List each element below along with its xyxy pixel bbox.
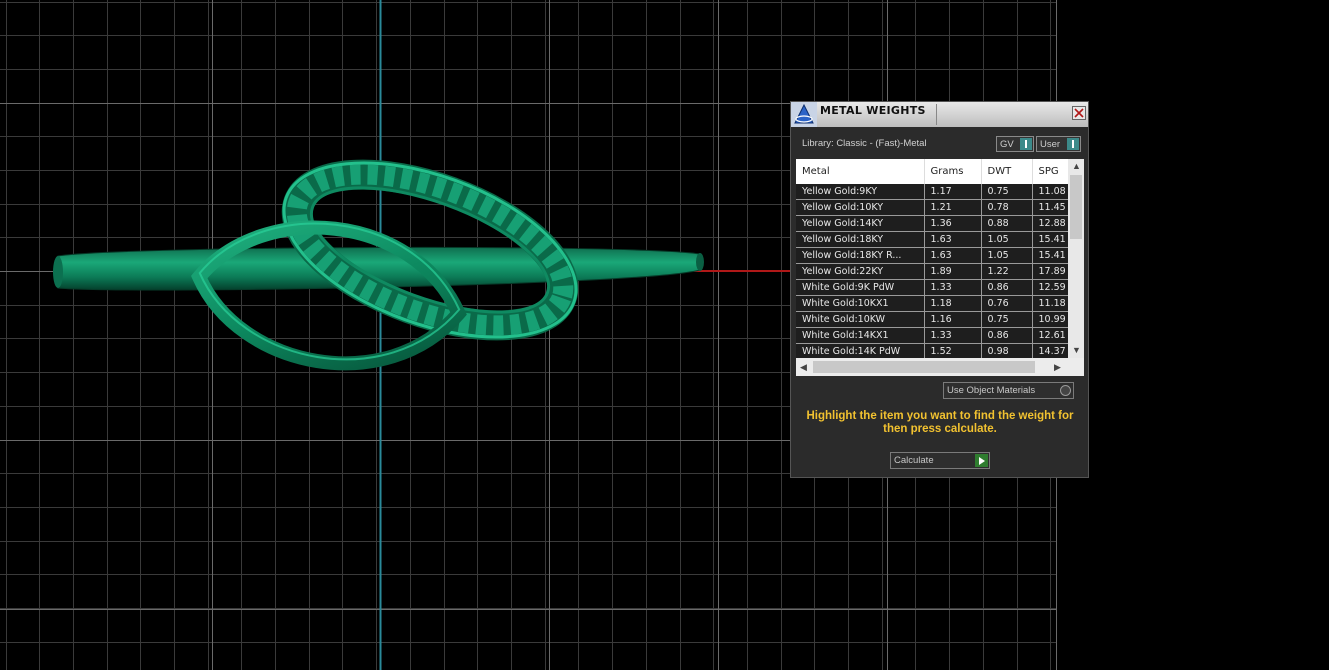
table-row[interactable]: White Gold:10KW 1.16 0.75 10.99: [796, 311, 1069, 328]
cell-grams: 1.16: [924, 311, 982, 328]
table-row[interactable]: Yellow Gold:9KY 1.17 0.75 11.08: [796, 184, 1069, 200]
cell-metal: Yellow Gold:9KY: [796, 184, 925, 200]
band-end-right: [696, 253, 704, 271]
cell-metal: Yellow Gold:10KY: [796, 199, 925, 216]
cell-spg: 15.41: [1032, 231, 1069, 248]
play-arrow-icon: [975, 454, 988, 467]
cell-spg: 12.61: [1032, 327, 1069, 344]
table-row[interactable]: Yellow Gold:18KY 1.63 1.05 15.41: [796, 231, 1069, 248]
column-header-dwt[interactable]: DWT: [981, 159, 1033, 184]
library-label: Library: Classic - (Fast)-Metal: [802, 138, 927, 149]
use-object-materials-toggle[interactable]: Use Object Materials: [943, 382, 1074, 399]
instruction-text: Highlight the item you want to find the …: [806, 410, 1074, 435]
cell-metal: Yellow Gold:14KY: [796, 215, 925, 232]
table-header-row: Metal Grams DWT SPG: [796, 159, 1069, 184]
cell-grams: 1.17: [924, 184, 982, 200]
cell-spg: 12.59: [1032, 279, 1069, 296]
cell-metal: Yellow Gold:22KY: [796, 263, 925, 280]
dropdown-arrow-icon: [1067, 138, 1079, 150]
cell-dwt: 0.75: [981, 184, 1033, 200]
vertical-scrollbar[interactable]: ▲ ▼: [1068, 159, 1084, 358]
title-divider: [936, 104, 937, 125]
use-object-materials-label: Use Object Materials: [947, 385, 1036, 396]
cell-metal: White Gold:9K PdW: [796, 279, 925, 296]
gv-dropdown[interactable]: GV: [996, 136, 1034, 152]
table-row[interactable]: Yellow Gold:18KY R... 1.63 1.05 15.41: [796, 247, 1069, 264]
cell-grams: 1.18: [924, 295, 982, 312]
panel-title: METAL WEIGHTS: [820, 104, 926, 117]
horizontal-scrollbar[interactable]: ◀ ▶: [796, 358, 1084, 376]
cell-spg: 15.41: [1032, 247, 1069, 264]
cell-grams: 1.21: [924, 199, 982, 216]
smooth-marquise: [191, 220, 467, 371]
cell-dwt: 0.86: [981, 279, 1033, 296]
cell-grams: 1.63: [924, 247, 982, 264]
vertical-scroll-thumb[interactable]: [1070, 175, 1082, 239]
scroll-left-icon[interactable]: ◀: [800, 362, 807, 372]
close-button[interactable]: [1072, 106, 1086, 120]
metal-weights-panel: METAL WEIGHTS Library: Classic - (Fast)-…: [790, 101, 1089, 478]
cell-spg: 11.08: [1032, 184, 1069, 200]
metal-weights-table: Metal Grams DWT SPG Yellow Gold:9KY 1.17 0…: [796, 159, 1084, 376]
cell-spg: 12.88: [1032, 215, 1069, 232]
cell-grams: 1.33: [924, 279, 982, 296]
cell-dwt: 0.86: [981, 327, 1033, 344]
table-row[interactable]: Yellow Gold:14KY 1.36 0.88 12.88: [796, 215, 1069, 232]
table-row[interactable]: White Gold:9K PdW 1.33 0.86 12.59: [796, 279, 1069, 296]
scroll-down-icon[interactable]: ▼: [1072, 345, 1081, 355]
cell-dwt: 1.22: [981, 263, 1033, 280]
3d-viewport[interactable]: [0, 0, 1329, 670]
cell-dwt: 1.05: [981, 231, 1033, 248]
cell-spg: 10.99: [1032, 311, 1069, 328]
cell-spg: 11.18: [1032, 295, 1069, 312]
cell-dwt: 0.75: [981, 311, 1033, 328]
dropdown-arrow-icon: [1020, 138, 1032, 150]
ring-model: [53, 159, 704, 371]
user-dropdown-value: User: [1040, 139, 1061, 150]
cell-grams: 1.89: [924, 263, 982, 280]
horizontal-scroll-thumb[interactable]: [813, 361, 1035, 373]
cell-metal: White Gold:10KX1: [796, 295, 925, 312]
cell-dwt: 0.78: [981, 199, 1033, 216]
panel-titlebar[interactable]: METAL WEIGHTS: [791, 102, 1088, 127]
cell-spg: 17.89: [1032, 263, 1069, 280]
cell-grams: 1.33: [924, 327, 982, 344]
scroll-right-icon[interactable]: ▶: [1054, 362, 1061, 372]
calculate-button[interactable]: Calculate: [890, 452, 990, 469]
cell-metal: White Gold:14KX1: [796, 327, 925, 344]
table-row[interactable]: Yellow Gold:22KY 1.89 1.22 17.89: [796, 263, 1069, 280]
column-header-spg[interactable]: SPG: [1032, 159, 1069, 184]
column-header-grams[interactable]: Grams: [924, 159, 982, 184]
column-header-metal[interactable]: Metal: [796, 159, 925, 184]
radio-icon[interactable]: [1060, 385, 1071, 396]
cell-metal: Yellow Gold:18KY R...: [796, 247, 925, 264]
gv-dropdown-value: GV: [1000, 139, 1014, 150]
cell-dwt: 0.76: [981, 295, 1033, 312]
cell-metal: White Gold:10KW: [796, 311, 925, 328]
cell-grams: 1.63: [924, 231, 982, 248]
app-logo-icon: [791, 102, 817, 127]
table-row[interactable]: White Gold:10KX1 1.18 0.76 11.18: [796, 295, 1069, 312]
cell-dwt: 1.05: [981, 247, 1033, 264]
scroll-up-icon[interactable]: ▲: [1072, 161, 1081, 171]
table-row[interactable]: Yellow Gold:10KY 1.21 0.78 11.45: [796, 199, 1069, 216]
band-end-left: [53, 256, 63, 288]
table-row[interactable]: White Gold:14KX1 1.33 0.86 12.61: [796, 327, 1069, 344]
close-icon: [1074, 108, 1084, 118]
cell-dwt: 0.88: [981, 215, 1033, 232]
cell-spg: 11.45: [1032, 199, 1069, 216]
cell-metal: Yellow Gold:18KY: [796, 231, 925, 248]
user-dropdown[interactable]: User: [1036, 136, 1081, 152]
calculate-label: Calculate: [894, 455, 934, 466]
cell-grams: 1.36: [924, 215, 982, 232]
